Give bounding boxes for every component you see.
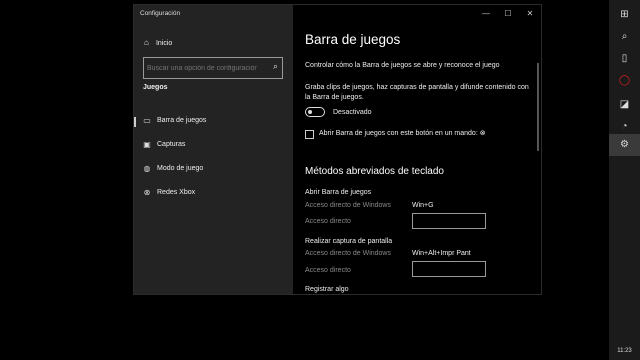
- sidebar-item-captures[interactable]: ▣ Capturas: [134, 137, 293, 155]
- shortcut-group-title: Abrir Barra de juegos: [305, 189, 372, 196]
- settings-icon[interactable]: ⚙: [609, 134, 640, 156]
- close-button[interactable]: ✕: [523, 8, 537, 20]
- search-icon[interactable]: ⌕: [609, 26, 640, 48]
- sidebar-item-label: Modo de juego: [157, 165, 204, 172]
- game-bar-icon: ▭: [143, 116, 151, 125]
- custom-shortcut-field[interactable]: [412, 261, 486, 277]
- windows-shortcut-value: Win+Alt+Impr Pant: [412, 250, 471, 257]
- sidebar-item-label: Barra de juegos: [157, 117, 207, 124]
- toggle-knob: [308, 110, 312, 114]
- section-title: Juegos: [143, 84, 168, 91]
- opera-icon[interactable]: ◯: [609, 70, 640, 92]
- shortcut-group-title: Registrar algo: [305, 286, 349, 293]
- home-icon: ⌂: [144, 38, 149, 47]
- custom-shortcut-field[interactable]: [412, 213, 486, 229]
- checkbox-label: Abrir Barra de juegos con este botón en …: [319, 129, 486, 139]
- game-mode-icon: ◍: [143, 164, 151, 173]
- sidebar: Configuración ⌂ Inicio ⌕ Juegos ▭ Barra …: [134, 5, 293, 294]
- minimize-button[interactable]: —: [479, 8, 493, 20]
- xbox-icon: ⊗: [143, 188, 151, 197]
- shortcuts-heading: Métodos abreviados de teclado: [305, 166, 444, 177]
- home-link[interactable]: ⌂ Inicio: [144, 38, 172, 47]
- home-label: Inicio: [155, 40, 173, 47]
- content-pane: — ☐ ✕ Barra de juegos Controlar cómo la …: [293, 5, 541, 294]
- description-text: Graba clips de juegos, haz capturas de p…: [305, 84, 529, 101]
- controller-button-checkbox[interactable]: [305, 130, 314, 139]
- toggle-state-label: Desactivado: [333, 109, 372, 116]
- windows-shortcut-value: Win+G: [412, 202, 434, 209]
- sidebar-item-xbox-networking[interactable]: ⊗ Redes Xbox: [134, 185, 293, 203]
- game-bar-toggle[interactable]: [305, 107, 325, 117]
- task-view-icon[interactable]: ▯: [609, 48, 640, 70]
- start-icon[interactable]: ⊞: [609, 4, 640, 26]
- sidebar-item-label: Capturas: [157, 141, 186, 148]
- settings-window: Configuración ⌂ Inicio ⌕ Juegos ▭ Barra …: [133, 4, 542, 295]
- search-icon[interactable]: ⌕: [273, 61, 278, 72]
- custom-shortcut-label: Acceso directo: [305, 218, 351, 225]
- intro-text: Controlar cómo la Barra de juegos se abr…: [305, 62, 500, 69]
- sidebar-item-game-bar[interactable]: ▭ Barra de juegos: [134, 113, 293, 131]
- window-title: Configuración: [140, 10, 181, 17]
- xbox-icon: ⊗: [479, 130, 486, 137]
- checkbox-label-text: Abrir Barra de juegos con este botón en …: [319, 130, 478, 137]
- taskbar: ⊞ ⌕ ▯ ◯ ◪ ◔ ⚙ 11:23: [609, 0, 640, 360]
- clock: 11:23: [617, 348, 632, 354]
- sidebar-item-game-mode[interactable]: ◍ Modo de juego: [134, 161, 293, 179]
- app-icon[interactable]: ◪: [609, 94, 640, 116]
- maximize-button[interactable]: ☐: [501, 8, 515, 20]
- windows-shortcut-label: Acceso directo de Windows: [305, 202, 391, 209]
- search-box[interactable]: ⌕: [143, 57, 283, 79]
- custom-shortcut-label: Acceso directo: [305, 267, 351, 274]
- scrollbar[interactable]: [537, 63, 539, 151]
- sidebar-item-label: Redes Xbox: [157, 189, 196, 196]
- search-input[interactable]: [147, 58, 257, 78]
- page-title: Barra de juegos: [305, 32, 401, 47]
- windows-shortcut-label: Acceso directo de Windows: [305, 250, 391, 257]
- capture-icon: ▣: [143, 140, 151, 149]
- shortcut-group-title: Realizar captura de pantalla: [305, 238, 393, 245]
- title-bar: Configuración: [134, 5, 293, 23]
